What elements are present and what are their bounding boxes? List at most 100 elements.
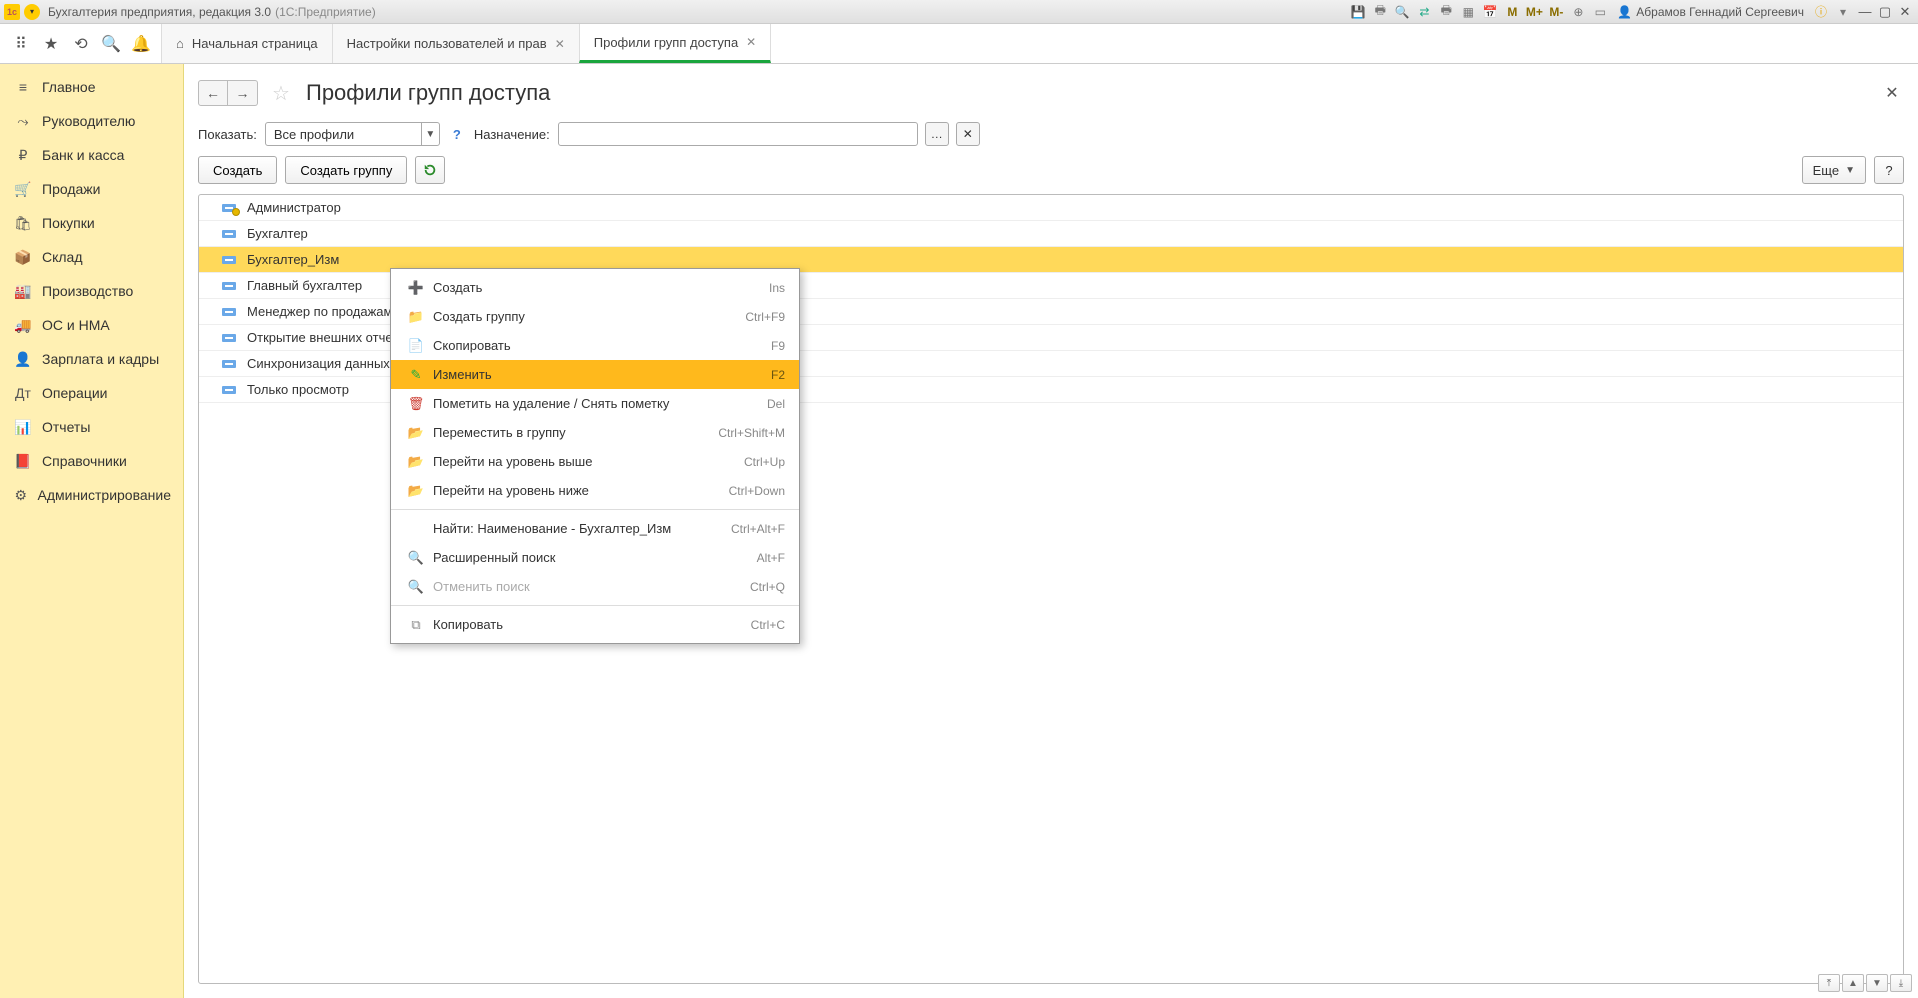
- info-icon[interactable]: ⓘ: [1811, 2, 1831, 22]
- context-menu-item[interactable]: 📂Перейти на уровень нижеCtrl+Down: [391, 476, 799, 505]
- profile-name: Бухгалтер_Изм: [247, 252, 339, 267]
- context-menu-item[interactable]: 📂Переместить в группуCtrl+Shift+M: [391, 418, 799, 447]
- close-window-button[interactable]: ✕: [1896, 3, 1914, 21]
- show-label: Показать:: [198, 127, 257, 142]
- apps-grid-icon[interactable]: ⠿: [6, 24, 36, 64]
- context-menu-item[interactable]: 🔍Расширенный поискAlt+F: [391, 543, 799, 572]
- close-page-button[interactable]: ✕: [1880, 81, 1904, 105]
- copy-icon: 📄: [405, 338, 427, 354]
- tab-label: Профили групп доступа: [594, 35, 738, 50]
- context-menu-item[interactable]: 📁Создать группуCtrl+F9: [391, 302, 799, 331]
- app-title: Бухгалтерия предприятия, редакция 3.0: [48, 5, 271, 19]
- sidebar-item-box[interactable]: 📦Склад: [0, 240, 183, 274]
- sidebar-item-label: Производство: [42, 283, 133, 299]
- context-menu-label: Найти: Наименование - Бухгалтер_Изм: [433, 521, 731, 536]
- profile-name: Администратор: [247, 200, 341, 215]
- search-icon: 🔍: [405, 550, 427, 566]
- tab-user-settings[interactable]: Настройки пользователей и прав ✕: [332, 24, 580, 63]
- nav-up-button[interactable]: ▲: [1842, 974, 1864, 992]
- context-menu-label: Копировать: [433, 617, 751, 632]
- search-top-icon[interactable]: 🔍: [96, 24, 126, 64]
- sidebar-item-bars[interactable]: 📊Отчеты: [0, 410, 183, 444]
- refresh-button[interactable]: [415, 156, 445, 184]
- tab-access-profiles[interactable]: Профили групп доступа ✕: [579, 24, 771, 63]
- profile-row[interactable]: Администратор: [199, 195, 1903, 221]
- compare-icon[interactable]: ⇄: [1414, 2, 1434, 22]
- up-icon: 📂: [405, 454, 427, 470]
- basket-icon: 🛍: [12, 215, 34, 232]
- dropdown-icon[interactable]: ▾: [1833, 2, 1853, 22]
- context-menu-item[interactable]: 📄СкопироватьF9: [391, 331, 799, 360]
- context-menu-item[interactable]: 📂Перейти на уровень вышеCtrl+Up: [391, 447, 799, 476]
- item-icon: [219, 256, 239, 264]
- memory-mminus-button[interactable]: M-: [1546, 2, 1566, 22]
- home-icon: ⌂: [176, 36, 184, 51]
- help-button[interactable]: ?: [1874, 156, 1904, 184]
- sidebar-item-menu[interactable]: ≡Главное: [0, 70, 183, 104]
- sidebar-item-basket[interactable]: 🛍Покупки: [0, 206, 183, 240]
- context-menu-item[interactable]: 🗑Пометить на удаление / Снять пометкуDel: [391, 389, 799, 418]
- calendar-icon[interactable]: 📅: [1480, 2, 1500, 22]
- more-label: Еще: [1813, 163, 1839, 178]
- sidebar-item-factory[interactable]: 🏭Производство: [0, 274, 183, 308]
- sidebar-item-ops[interactable]: ДтОперации: [0, 376, 183, 410]
- gear-icon: ⚙: [12, 487, 30, 504]
- memory-mplus-button[interactable]: M+: [1524, 2, 1544, 22]
- help-hint-icon[interactable]: ?: [448, 125, 466, 143]
- minimize-button[interactable]: —: [1856, 3, 1874, 21]
- current-user[interactable]: 👤 Абрамов Геннадий Сергеевич: [1617, 5, 1804, 19]
- context-menu-item[interactable]: ✎ИзменитьF2: [391, 360, 799, 389]
- print2-icon[interactable]: 🖶: [1436, 2, 1456, 22]
- sidebar-item-chart[interactable]: ⤳Руководителю: [0, 104, 183, 138]
- create-button[interactable]: Создать: [198, 156, 277, 184]
- show-select[interactable]: Все профили ▼: [265, 122, 440, 146]
- profile-name: Открытие внешних отчето: [247, 330, 405, 345]
- sidebar-item-cart[interactable]: 🛒Продажи: [0, 172, 183, 206]
- create-group-button[interactable]: Создать группу: [285, 156, 407, 184]
- nav-last-button[interactable]: ⤓: [1890, 974, 1912, 992]
- ruble-icon: ₽: [12, 147, 34, 164]
- context-menu-item[interactable]: ➕СоздатьIns: [391, 273, 799, 302]
- nav-forward-button[interactable]: →: [228, 80, 258, 106]
- print-icon[interactable]: 🖶: [1370, 2, 1390, 22]
- sidebar-item-ruble[interactable]: ₽Банк и касса: [0, 138, 183, 172]
- context-menu-label: Скопировать: [433, 338, 771, 353]
- context-menu-item[interactable]: Найти: Наименование - Бухгалтер_ИзмCtrl+…: [391, 514, 799, 543]
- show-select-value: Все профили: [266, 127, 421, 142]
- favorite-star-icon[interactable]: ☆: [266, 80, 296, 106]
- calc-icon[interactable]: ▦: [1458, 2, 1478, 22]
- preview-icon[interactable]: 🔍: [1392, 2, 1412, 22]
- purpose-clear-button[interactable]: ✕: [956, 122, 980, 146]
- sidebar-item-gear[interactable]: ⚙Администрирование: [0, 478, 183, 512]
- history-icon[interactable]: ⟲: [66, 24, 96, 64]
- save-icon[interactable]: 💾: [1348, 2, 1368, 22]
- app-menu-dropdown-icon[interactable]: ▾: [24, 4, 40, 20]
- profile-name: Синхронизация данных с: [247, 356, 400, 371]
- sidebar-item-person[interactable]: 👤Зарплата и кадры: [0, 342, 183, 376]
- sidebar-item-book[interactable]: 📕Справочники: [0, 444, 183, 478]
- favorites-icon[interactable]: ★: [36, 24, 66, 64]
- nav-first-button[interactable]: ⤒: [1818, 974, 1840, 992]
- nav-back-button[interactable]: ←: [198, 80, 228, 106]
- sidebar-item-label: Операции: [42, 385, 108, 401]
- window-icon[interactable]: ▭: [1590, 2, 1610, 22]
- memory-m-button[interactable]: M: [1502, 2, 1522, 22]
- sidebar-item-label: Зарплата и кадры: [42, 351, 159, 367]
- tab-home[interactable]: ⌂ Начальная страница: [161, 24, 333, 63]
- purpose-input[interactable]: [558, 122, 918, 146]
- profile-row[interactable]: Бухгалтер: [199, 221, 1903, 247]
- section-sidebar: ≡Главное⤳Руководителю₽Банк и касса🛒Прода…: [0, 64, 184, 998]
- copy2-icon: ⧉: [405, 617, 427, 633]
- list-navigation: ⤒ ▲ ▼ ⤓: [1818, 974, 1912, 992]
- more-menu-button[interactable]: Еще ▼: [1802, 156, 1866, 184]
- purpose-pick-button[interactable]: …: [925, 122, 949, 146]
- notifications-icon[interactable]: 🔔: [126, 24, 156, 64]
- context-menu-item[interactable]: ⧉КопироватьCtrl+C: [391, 610, 799, 639]
- nav-down-button[interactable]: ▼: [1866, 974, 1888, 992]
- maximize-button[interactable]: ▢: [1876, 3, 1894, 21]
- zoom-icon[interactable]: ⊕: [1568, 2, 1588, 22]
- close-tab-icon[interactable]: ✕: [555, 37, 565, 51]
- chevron-down-icon[interactable]: ▼: [421, 123, 439, 145]
- sidebar-item-truck[interactable]: 🚚ОС и НМА: [0, 308, 183, 342]
- close-tab-icon[interactable]: ✕: [746, 35, 756, 49]
